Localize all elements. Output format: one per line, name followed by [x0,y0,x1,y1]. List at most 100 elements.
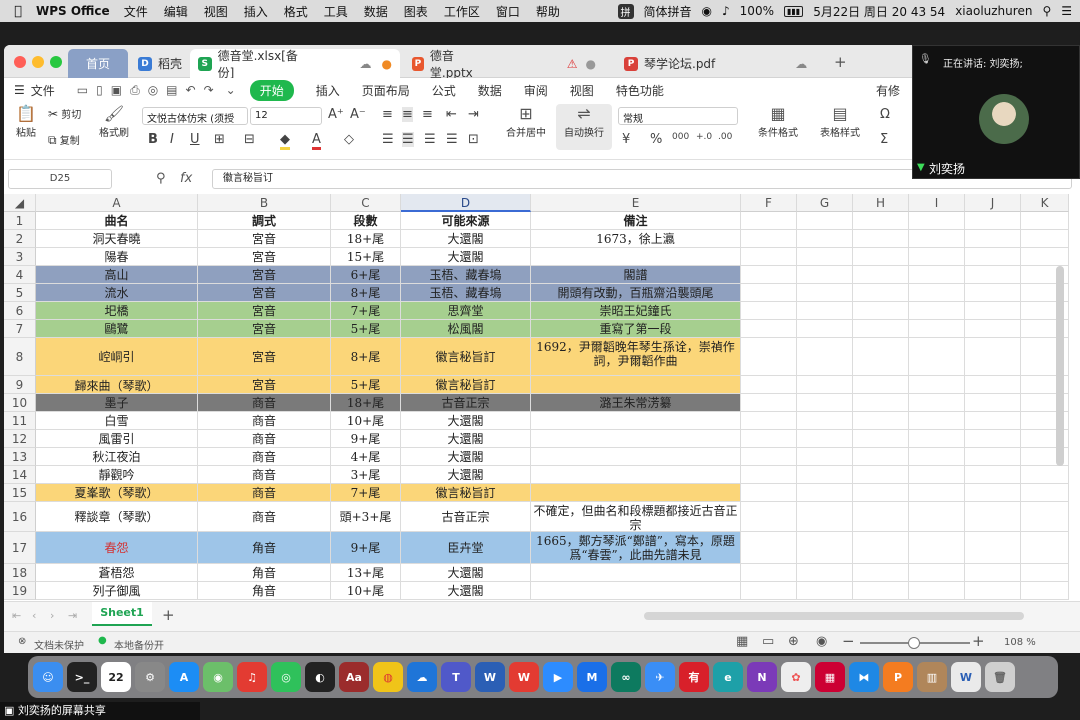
terminal-icon[interactable]: >_ [67,662,97,692]
cell-a[interactable]: 高山 [36,266,198,284]
system-preferences-icon[interactable]: ⚙ [135,662,165,692]
row-header[interactable]: 10 [4,394,36,412]
cell-empty[interactable] [853,266,909,284]
onenote-icon[interactable]: N [747,662,777,692]
cell-empty[interactable] [853,394,909,412]
tencent-meeting-icon[interactable]: M [577,662,607,692]
menu-workspace[interactable]: 工作区 [444,3,480,20]
cell-d[interactable]: 臣卉堂 [401,532,531,564]
cell-c[interactable]: 7+尾 [331,302,401,320]
cell-empty[interactable] [1021,502,1069,532]
archive-icon[interactable]: ▥ [917,662,947,692]
cell-a[interactable]: 曲名 [36,212,198,230]
cell-empty[interactable] [741,484,797,502]
col-header-h[interactable]: H [853,194,909,212]
cell-empty[interactable] [741,564,797,582]
cell-a[interactable]: 圯橋 [36,302,198,320]
cell-empty[interactable] [853,338,909,376]
fill-color-icon[interactable]: ◆ [280,132,290,150]
cell-empty[interactable] [909,430,965,448]
merge-center-button[interactable]: ⊞ 合并居中 [498,104,554,139]
cell-empty[interactable] [853,248,909,266]
more-dropdown-icon[interactable]: ⌄ [226,83,236,97]
conditional-format-button[interactable]: ▦ 条件格式 [750,104,806,139]
spotlight-search-icon[interactable]: ⚲ [1042,4,1051,18]
cell-a[interactable]: 秋江夜泊 [36,448,198,466]
cell-empty[interactable] [741,230,797,248]
cell-d[interactable]: 思齊堂 [401,302,531,320]
cell-e[interactable] [531,582,741,600]
cell-e[interactable]: 備注 [531,212,741,230]
tab-page-layout[interactable]: 页面布局 [362,82,410,99]
cell-empty[interactable] [797,284,853,302]
menubar-user[interactable]: xiaoluzhuren [955,4,1032,18]
tab-pptx[interactable]: P 德音堂.pptx ⚠ ● [404,49,604,80]
cell-empty[interactable] [741,284,797,302]
cut-button[interactable]: ✂ 剪切 [48,106,94,121]
row-header[interactable]: 6 [4,302,36,320]
tab-data[interactable]: 数据 [478,82,502,99]
row-header[interactable]: 5 [4,284,36,302]
cell-empty[interactable] [853,532,909,564]
vscode-icon[interactable]: ⧓ [849,662,879,692]
cell-empty[interactable] [965,532,1021,564]
cell-empty[interactable] [909,582,965,600]
cell-empty[interactable] [741,376,797,394]
cell-a[interactable]: 陽春 [36,248,198,266]
font-color-icon[interactable]: A [312,132,321,150]
row-header[interactable]: 11 [4,412,36,430]
word-icon[interactable]: W [475,662,505,692]
page-break-view-icon[interactable]: ⊕ [788,634,799,649]
decrease-font-icon[interactable]: A⁻ [350,107,366,122]
cell-e[interactable]: 1673，徐上瀛 [531,230,741,248]
cell-b[interactable]: 宮音 [198,302,331,320]
cell-empty[interactable] [965,338,1021,376]
paste-button[interactable]: 📋 粘贴 [10,104,42,139]
cell-a[interactable]: 墨子 [36,394,198,412]
netease-music-icon[interactable]: ♫ [237,662,267,692]
cell-empty[interactable] [741,212,797,230]
cell-c[interactable]: 10+尾 [331,412,401,430]
cell-d[interactable]: 大還閣 [401,564,531,582]
sum-icon[interactable]: Σ [880,132,888,147]
eye-protect-icon[interactable]: ◉ [816,634,827,649]
tab-home[interactable]: 首页 [68,49,128,78]
last-sheet-icon[interactable]: ⇥ [68,609,77,622]
menu-data[interactable]: 数据 [364,3,388,20]
cell-empty[interactable] [909,502,965,532]
menu-help[interactable]: 帮助 [536,3,560,20]
cell-a[interactable]: 靜觀吟 [36,466,198,484]
cell-empty[interactable] [853,430,909,448]
cell-e[interactable] [531,430,741,448]
cell-empty[interactable] [797,376,853,394]
first-sheet-icon[interactable]: ⇤ [12,609,21,622]
cell-empty[interactable] [965,394,1021,412]
cell-b[interactable]: 角音 [198,564,331,582]
menubar-clock[interactable]: 5月22日 周日 20 43 54 [813,3,945,20]
cell-a[interactable]: 洞天春曉 [36,230,198,248]
backup-status[interactable]: 本地备份开 [114,637,164,652]
cell-empty[interactable] [909,338,965,376]
cell-b[interactable]: 商音 [198,502,331,532]
cell-empty[interactable] [797,448,853,466]
font-name-select[interactable]: 文悦古体仿宋 (须授 [142,107,248,125]
menu-file-tab[interactable]: 文件 [31,82,55,99]
zoom-level[interactable]: 108 % [1004,637,1036,648]
input-method-icon[interactable]: 拼 [617,3,634,19]
vpn-icon[interactable]: ∞ [611,662,641,692]
cell-e[interactable]: 1665，鄭方琴派“鄭譜”，寫本，原題爲“春雲”，此曲先譜未見 [531,532,741,564]
tab-formula[interactable]: 公式 [432,82,456,99]
col-header-g[interactable]: G [797,194,853,212]
menu-tools[interactable]: 工具 [324,3,348,20]
cell-c[interactable]: 5+尾 [331,320,401,338]
align-center-icon[interactable]: ☰ [402,132,414,147]
cell-c[interactable]: 13+尾 [331,564,401,582]
col-header-f[interactable]: F [741,194,797,212]
fx-icon[interactable]: fx [180,171,192,186]
cell-empty[interactable] [909,248,965,266]
cell-e[interactable] [531,564,741,582]
cloud-icon[interactable]: ☁ [360,57,372,71]
row-header[interactable]: 15 [4,484,36,502]
cell-empty[interactable] [797,502,853,532]
font-size-select[interactable]: 12 [250,107,322,125]
